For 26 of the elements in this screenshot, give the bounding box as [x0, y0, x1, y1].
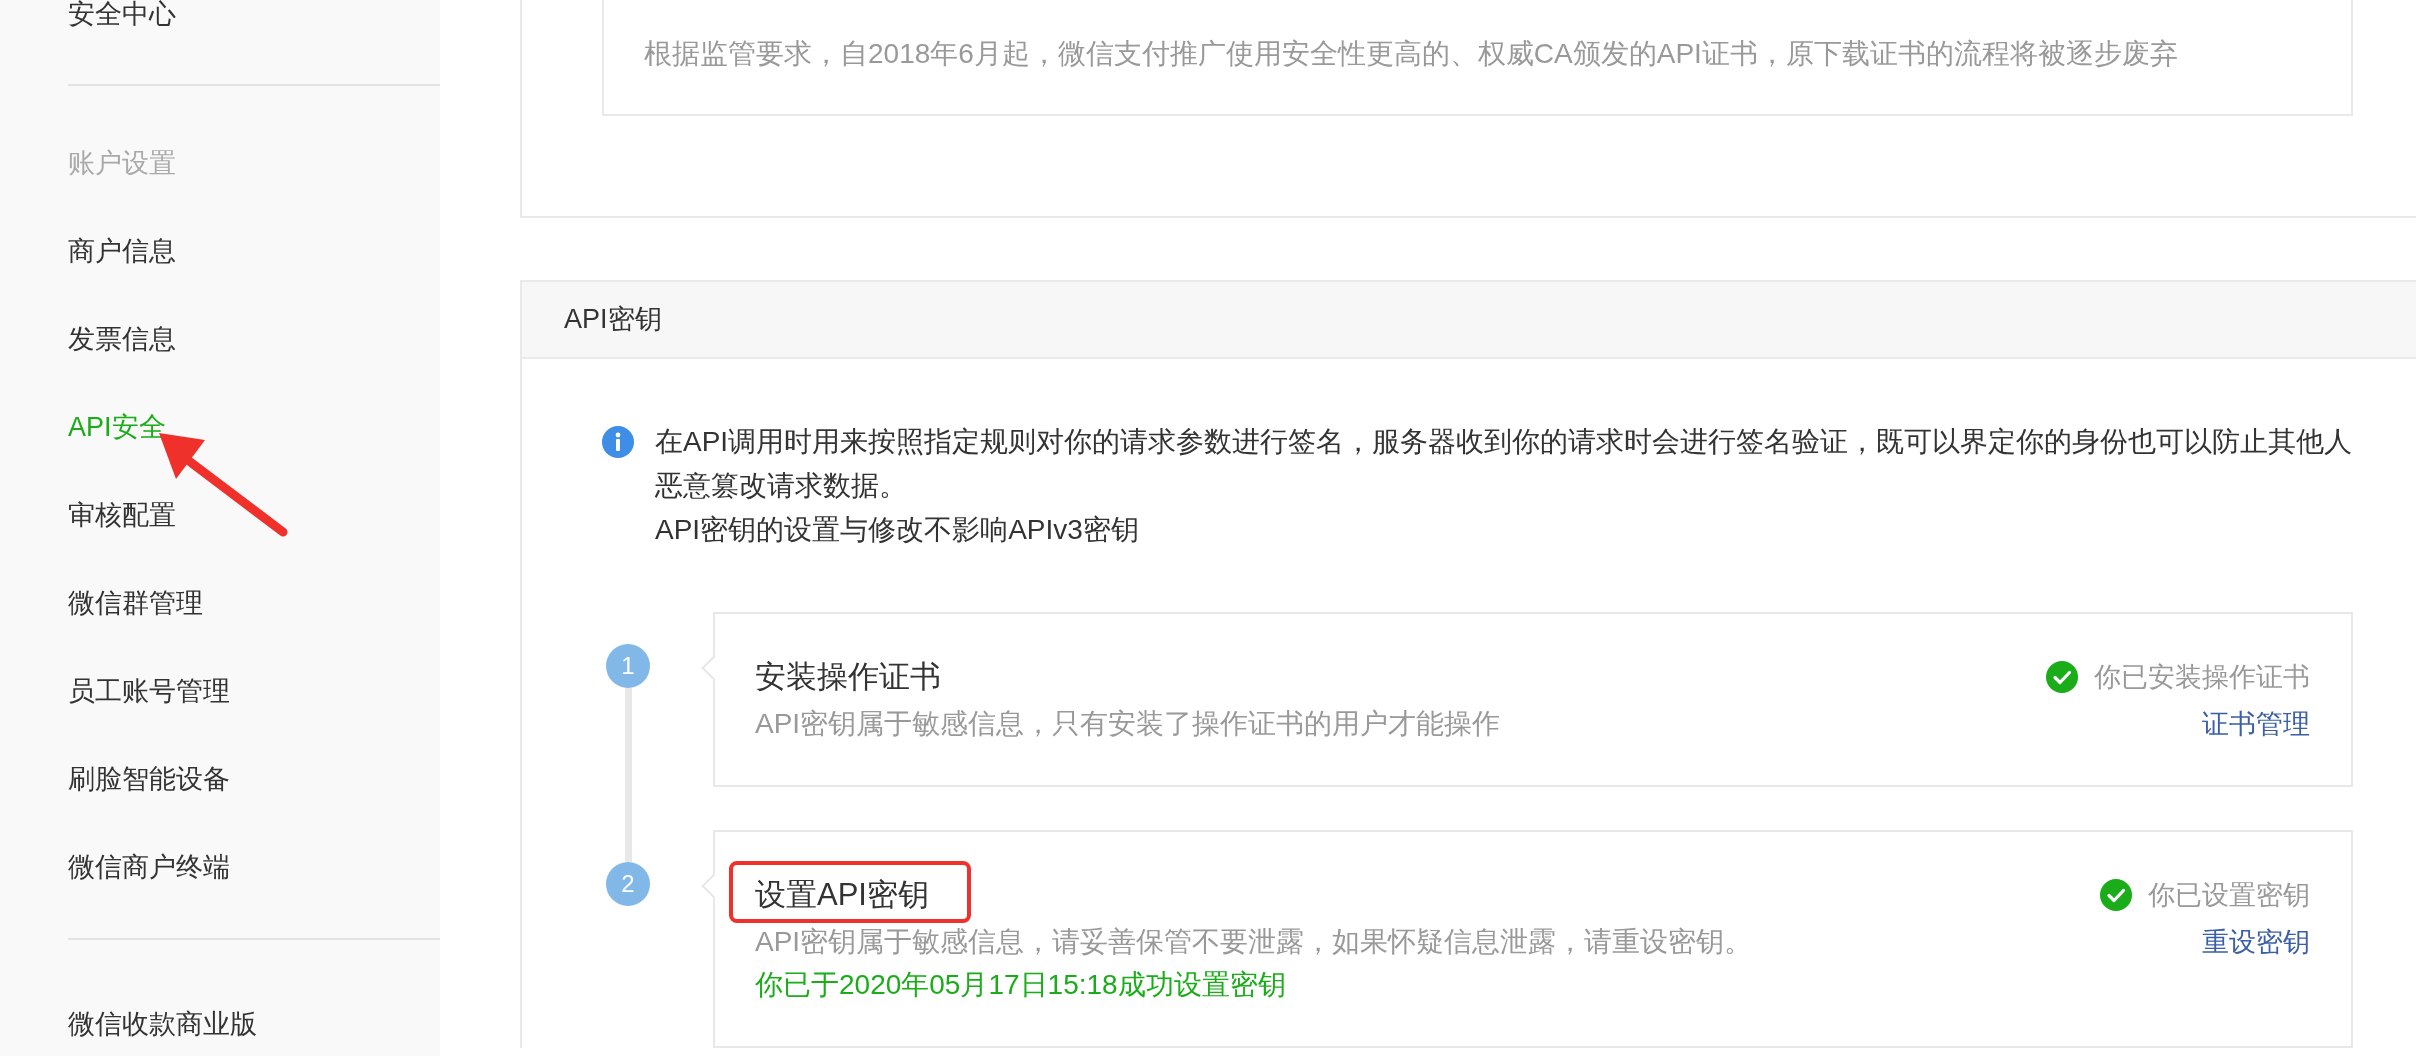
- sidebar-item[interactable]: 发票信息: [68, 309, 176, 369]
- step-number: 1: [606, 644, 650, 688]
- step-title: 安装操作证书: [755, 658, 941, 696]
- status-note: 你已于2020年05月17日15:18成功设置密钥: [755, 968, 1286, 1002]
- info-text: API密钥的设置与修改不影响APIv3密钥: [655, 513, 1140, 547]
- card-title: API密钥: [564, 303, 662, 336]
- action-link[interactable]: 证书管理: [2202, 706, 2310, 742]
- sidebar-item[interactable]: 微信群管理: [68, 573, 203, 633]
- step-description: API密钥属于敏感信息，只有安装了操作证书的用户才能操作: [755, 707, 1501, 741]
- sidebar-item[interactable]: 刷脸智能设备: [68, 749, 230, 809]
- sidebar-item[interactable]: 微信收款商业版: [68, 994, 257, 1054]
- sidebar-item[interactable]: 微信商户终端: [68, 837, 230, 897]
- sidebar-item[interactable]: 员工账号管理: [68, 661, 230, 721]
- section-label: 账户设置: [68, 147, 176, 180]
- step-title: 设置API密钥: [755, 876, 929, 914]
- action-link[interactable]: 重设密钥: [2202, 924, 2310, 960]
- step-number: 2: [606, 862, 650, 906]
- sidebar-item[interactable]: 商户信息: [68, 221, 176, 281]
- status-text: 你已安装操作证书: [2094, 661, 2310, 694]
- notice-text: 根据监管要求，自2018年6月起，微信支付推广使用安全性更高的、权威CA颁发的API证书，原下载证书的流程将被逐步废弃: [644, 37, 2179, 71]
- info-icon: [602, 426, 634, 458]
- step-description: API密钥属于敏感信息，请妥善保管不要泄露，如果怀疑信息泄露，请重设密钥。: [755, 925, 1753, 959]
- sidebar-item[interactable]: 安全中心: [68, 0, 176, 44]
- sidebar-item[interactable]: 审核配置: [68, 485, 176, 545]
- status-text: 你已设置密钥: [2148, 879, 2310, 912]
- info-text: 在API调用时用来按照指定规则对你的请求参数进行签名，服务器收到你的请求时会进行签名验证，既可以界定你的身份也可以防止其他人恶意篡改请求数据。: [655, 425, 2353, 503]
